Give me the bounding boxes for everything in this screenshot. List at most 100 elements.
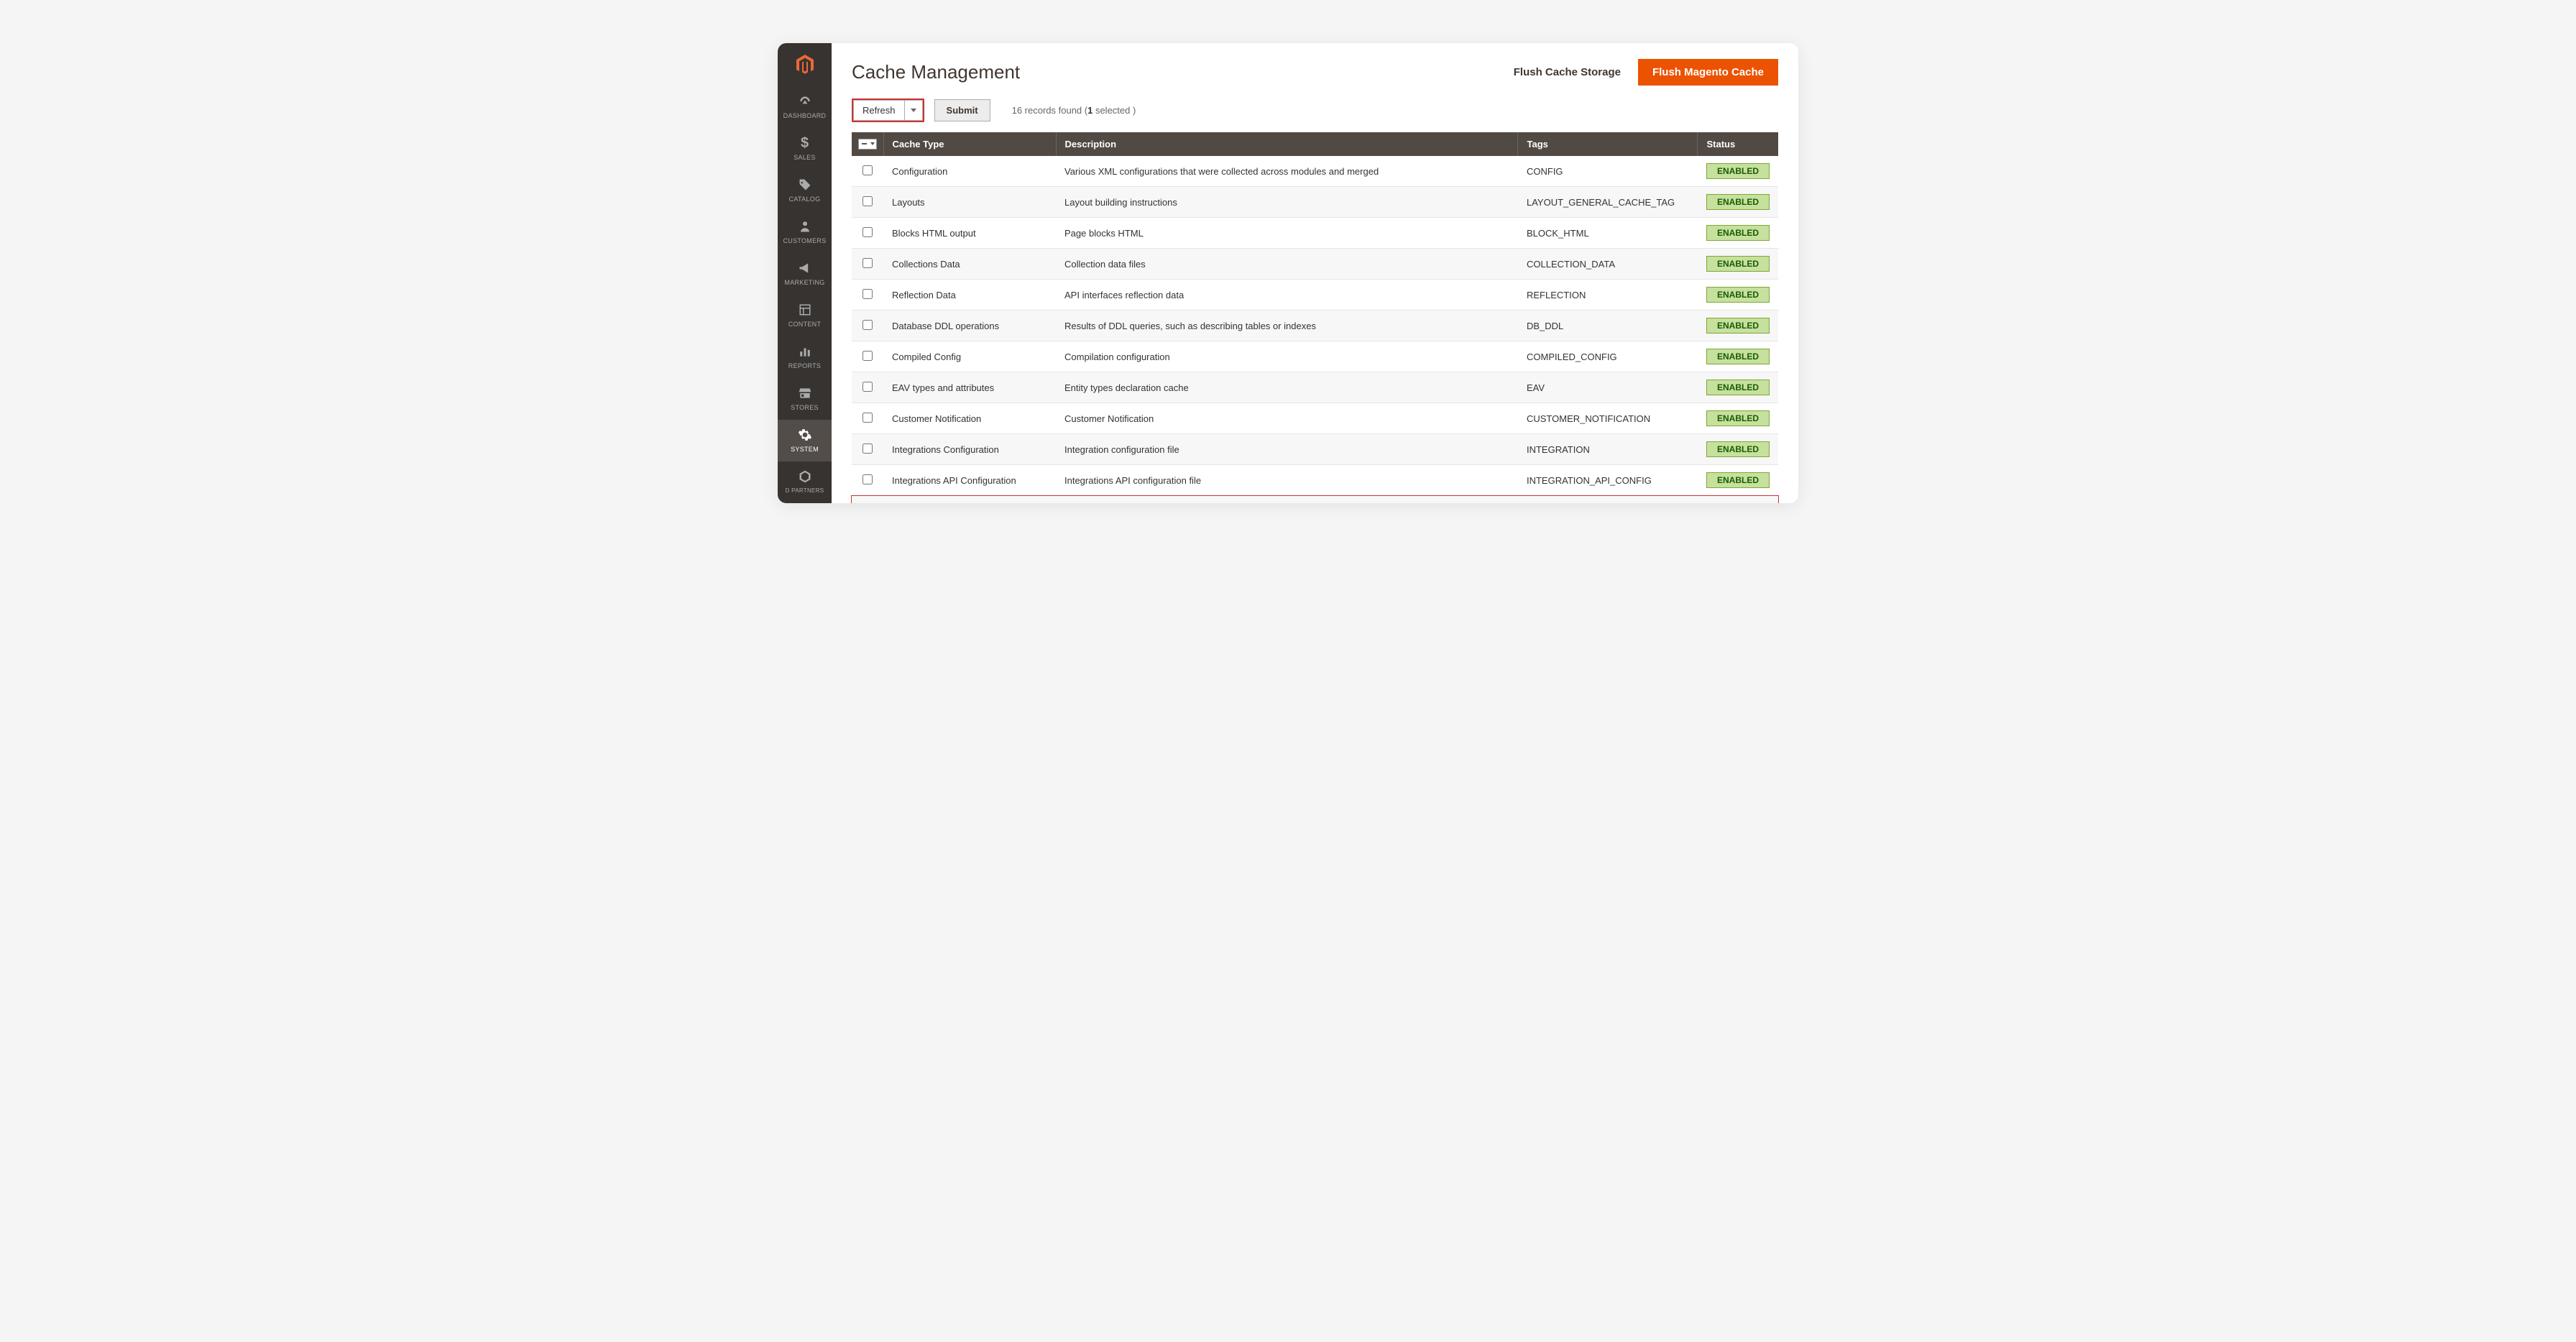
cell-tags: CUSTOMER_NOTIFICATION [1518, 403, 1698, 434]
cell-cache-type: Integrations API Configuration [883, 465, 1056, 496]
sidebar-item-reports[interactable]: REPORTS [778, 336, 832, 378]
cell-description: Collection data files [1056, 249, 1518, 280]
sales-icon: $ [801, 135, 809, 151]
submit-button[interactable]: Submit [934, 99, 990, 121]
sidebar-item-label: SYSTEM [791, 446, 819, 453]
system-icon [798, 427, 812, 443]
cell-description: Results of DDL queries, such as describi… [1056, 311, 1518, 341]
row-checkbox[interactable] [862, 227, 873, 237]
sidebar-item-system[interactable]: SYSTEM [778, 420, 832, 461]
cell-cache-type: Collections Data [883, 249, 1056, 280]
magento-logo[interactable] [778, 43, 832, 86]
cell-cache-type: EAV types and attributes [883, 372, 1056, 403]
cell-tags: COLLECTION_DATA [1518, 249, 1698, 280]
column-header-status[interactable]: Status [1698, 132, 1778, 156]
select-all-toggle[interactable] [858, 139, 877, 150]
sidebar-item-catalog[interactable]: CATALOG [778, 170, 832, 211]
sidebar-item-label: CONTENT [788, 321, 822, 328]
app-window: DASHBOARD $ SALES CATALOG CUSTOMERS MARKETING… [778, 43, 1798, 503]
cell-cache-type: Database DDL operations [883, 311, 1056, 341]
table-row[interactable]: Collections DataCollection data filesCOL… [852, 249, 1778, 280]
page-header: Cache Management Flush Cache Storage Flu… [832, 43, 1798, 98]
table-row[interactable]: Blocks HTML outputPage blocks HTMLBLOCK_… [852, 218, 1778, 249]
row-checkbox[interactable] [862, 474, 873, 484]
row-checkbox[interactable] [862, 289, 873, 299]
sidebar-item-sales[interactable]: $ SALES [778, 128, 832, 170]
row-checkbox[interactable] [862, 351, 873, 361]
row-checkbox[interactable] [862, 443, 873, 454]
sidebar-item-label: CUSTOMERS [783, 237, 826, 244]
dashboard-icon [798, 93, 812, 109]
cell-description: Full page caching [1056, 496, 1518, 504]
column-header-tags[interactable]: Tags [1518, 132, 1698, 156]
row-checkbox[interactable] [862, 165, 873, 175]
status-badge: ENABLED [1706, 287, 1770, 303]
sidebar-item-label: D PARTNERS [786, 487, 824, 494]
cell-description: Customer Notification [1056, 403, 1518, 434]
row-checkbox[interactable] [862, 258, 873, 268]
cell-cache-type: Customer Notification [883, 403, 1056, 434]
row-checkbox[interactable] [862, 382, 873, 392]
sidebar-item-marketing[interactable]: MARKETING [778, 253, 832, 295]
table-row[interactable]: EAV types and attributesEntity types dec… [852, 372, 1778, 403]
status-badge: ENABLED [1706, 349, 1770, 364]
table-row[interactable]: Integrations ConfigurationIntegration co… [852, 434, 1778, 465]
column-header-cache-type[interactable]: Cache Type [883, 132, 1056, 156]
table-row[interactable]: Database DDL operationsResults of DDL qu… [852, 311, 1778, 341]
status-badge: ENABLED [1706, 163, 1770, 179]
sidebar-item-label: SALES [794, 154, 816, 161]
records-found-text: 16 records found (1 selected ) [1012, 105, 1136, 116]
cell-tags: BLOCK_HTML [1518, 218, 1698, 249]
cell-tags: CONFIG [1518, 156, 1698, 187]
cell-description: Entity types declaration cache [1056, 372, 1518, 403]
status-badge: ENABLED [1706, 256, 1770, 272]
sidebar-item-customers[interactable]: CUSTOMERS [778, 211, 832, 253]
cell-cache-type: Reflection Data [883, 280, 1056, 311]
table-row[interactable]: Reflection DataAPI interfaces reflection… [852, 280, 1778, 311]
table-row[interactable]: Page CacheFull page cachingFPCENABLED [852, 496, 1778, 504]
status-badge: ENABLED [1706, 194, 1770, 210]
sidebar-item-content[interactable]: CONTENT [778, 295, 832, 336]
status-badge: ENABLED [1706, 441, 1770, 457]
cell-tags: DB_DDL [1518, 311, 1698, 341]
cell-tags: FPC [1518, 496, 1698, 504]
cell-tags: INTEGRATION [1518, 434, 1698, 465]
cell-cache-type: Configuration [883, 156, 1056, 187]
table-row[interactable]: LayoutsLayout building instructionsLAYOU… [852, 187, 1778, 218]
row-checkbox[interactable] [862, 413, 873, 423]
cell-description: Layout building instructions [1056, 187, 1518, 218]
cell-tags: REFLECTION [1518, 280, 1698, 311]
flush-cache-storage-button[interactable]: Flush Cache Storage [1501, 59, 1634, 86]
status-badge: ENABLED [1706, 380, 1770, 395]
cache-grid: Cache Type Description Tags Status Confi… [852, 132, 1778, 503]
cell-tags: EAV [1518, 372, 1698, 403]
sidebar-item-partners[interactable]: D PARTNERS [778, 461, 832, 502]
sidebar-item-label: DASHBOARD [783, 112, 827, 119]
mass-action-dropdown-toggle[interactable] [904, 100, 923, 121]
sidebar-item-label: STORES [791, 404, 819, 411]
table-row[interactable]: ConfigurationVarious XML configurations … [852, 156, 1778, 187]
row-checkbox[interactable] [862, 196, 873, 206]
column-header-description[interactable]: Description [1056, 132, 1518, 156]
cell-cache-type: Blocks HTML output [883, 218, 1056, 249]
sidebar-item-stores[interactable]: STORES [778, 378, 832, 420]
mass-action-select[interactable]: Refresh [853, 100, 904, 121]
sidebar-item-label: CATALOG [789, 196, 821, 203]
table-row[interactable]: Compiled ConfigCompilation configuration… [852, 341, 1778, 372]
table-row[interactable]: Customer NotificationCustomer Notificati… [852, 403, 1778, 434]
flush-magento-cache-button[interactable]: Flush Magento Cache [1638, 59, 1778, 86]
chevron-down-icon [911, 109, 916, 112]
catalog-icon [798, 177, 812, 193]
magento-logo-icon [794, 53, 816, 76]
content-area: Cache Management Flush Cache Storage Flu… [832, 43, 1798, 503]
row-checkbox[interactable] [862, 320, 873, 330]
cell-description: Various XML configurations that were col… [1056, 156, 1518, 187]
cell-cache-type: Layouts [883, 187, 1056, 218]
sidebar-item-dashboard[interactable]: DASHBOARD [778, 86, 832, 128]
admin-sidebar: DASHBOARD $ SALES CATALOG CUSTOMERS MARKETING… [778, 43, 832, 503]
chevron-down-icon [870, 142, 875, 145]
cell-cache-type: Compiled Config [883, 341, 1056, 372]
cell-description: Integration configuration file [1056, 434, 1518, 465]
table-row[interactable]: Integrations API ConfigurationIntegratio… [852, 465, 1778, 496]
reports-icon [799, 344, 811, 359]
